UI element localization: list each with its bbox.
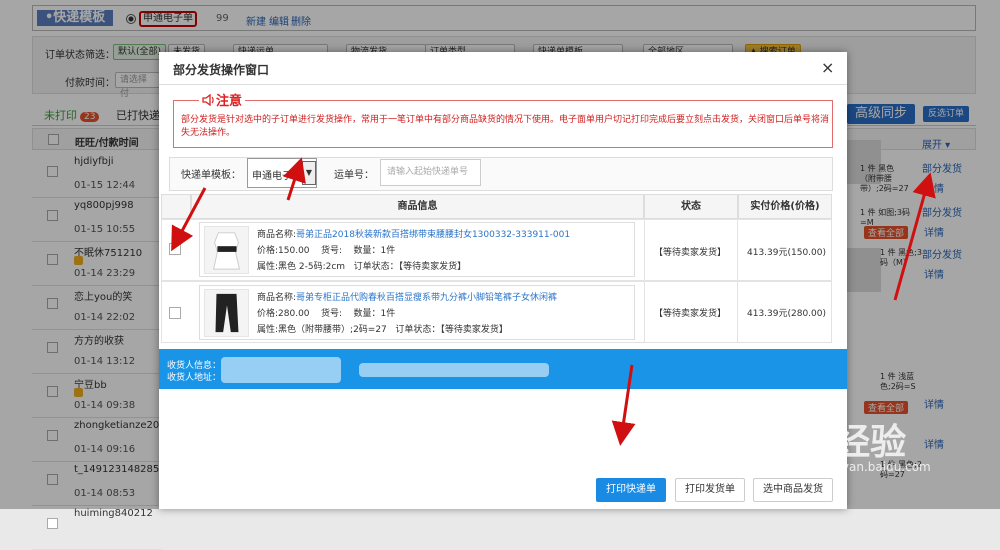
- watermark-url: jingyan.baidu.com: [820, 460, 931, 474]
- arrow-checkbox: [171, 187, 207, 252]
- arrow-partial-ship: [893, 172, 936, 301]
- watermark-logo: Bai经验: [770, 422, 907, 463]
- arrow-template: [283, 157, 306, 201]
- row-checkbox[interactable]: [47, 518, 58, 529]
- buyer-name[interactable]: huiming840212: [74, 508, 153, 519]
- table-row: huiming840212: [32, 506, 162, 550]
- arrow-print: [611, 364, 636, 446]
